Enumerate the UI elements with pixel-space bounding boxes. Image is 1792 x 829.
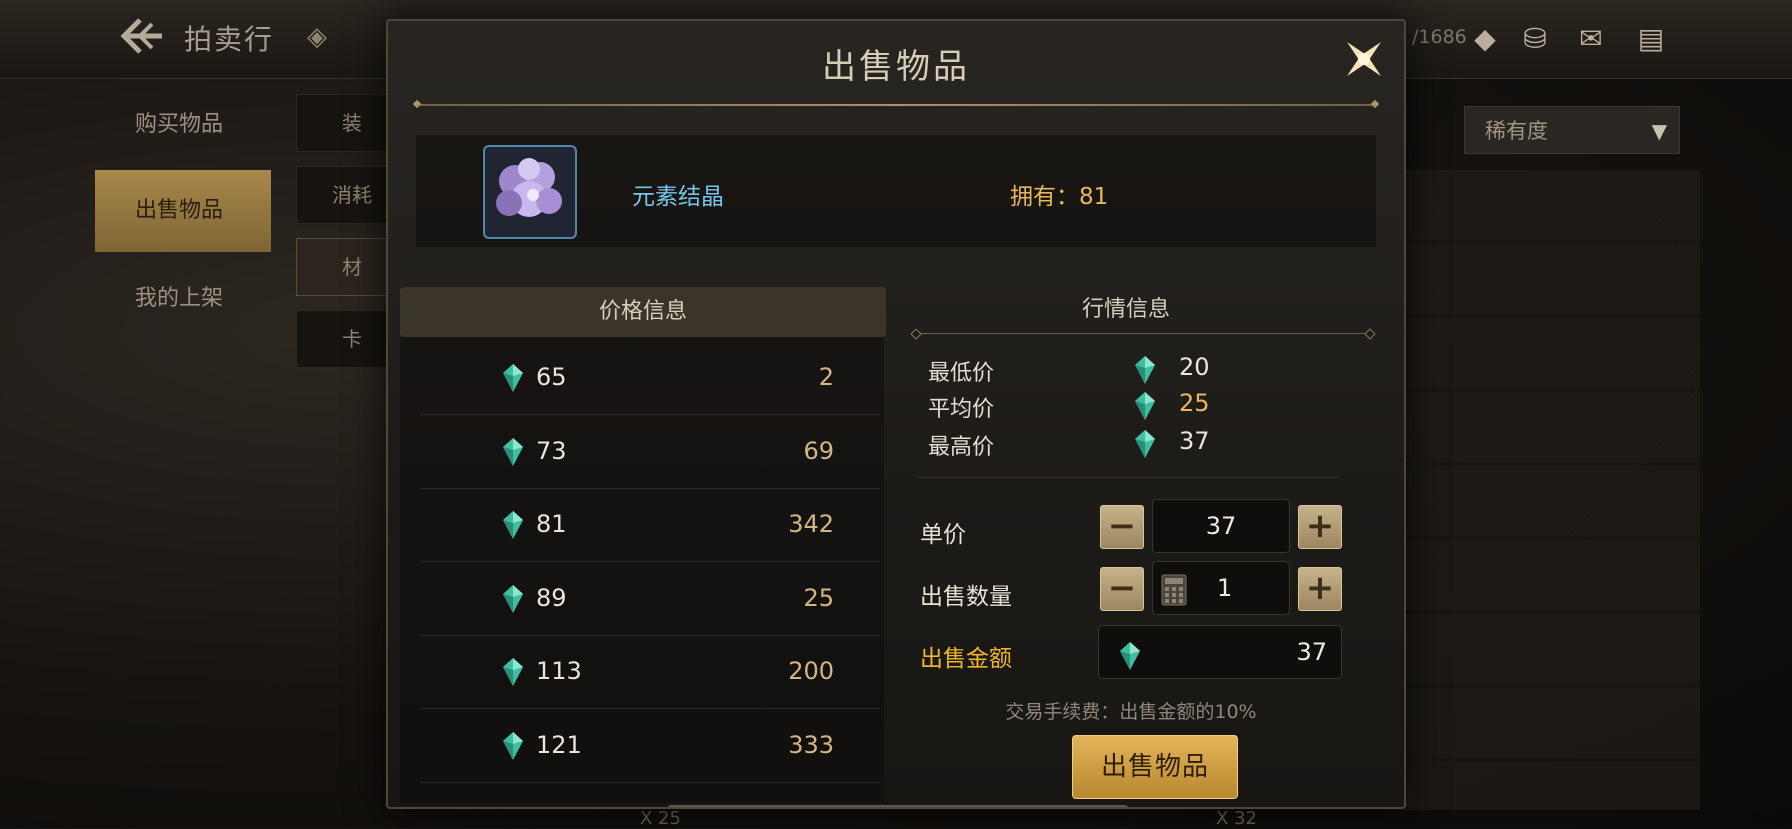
- market-form-divider: [918, 477, 1338, 478]
- price-row[interactable]: 89 25: [420, 562, 880, 636]
- gem-icon: [502, 437, 524, 467]
- price-row[interactable]: 65 2: [420, 341, 880, 415]
- triangle-down-icon: ▼: [1651, 119, 1667, 143]
- max-price-value: 37: [1179, 427, 1210, 455]
- quantity-value: 200: [788, 657, 834, 685]
- gem-icon: [1134, 391, 1156, 421]
- sell-button[interactable]: 出售物品: [1072, 735, 1238, 799]
- price-value: 65: [536, 363, 567, 391]
- help-diamond-icon[interactable]: ◈: [300, 20, 334, 54]
- quantity-value: 2: [818, 363, 834, 391]
- quantity-value: 333: [788, 730, 834, 759]
- side-tab-buy[interactable]: 购买物品: [95, 84, 271, 166]
- quantity-plus-button[interactable]: +: [1298, 567, 1342, 611]
- min-price-label: 最低价: [928, 361, 995, 386]
- total-label: 出售金额: [920, 646, 1012, 672]
- mail-icon[interactable]: ✉: [1572, 22, 1610, 56]
- unit-price-minus-button[interactable]: −: [1100, 505, 1144, 549]
- rarity-select[interactable]: 稀有度 ▼: [1464, 106, 1680, 154]
- gem-icon: [1134, 429, 1156, 459]
- quantity-field[interactable]: 1: [1152, 561, 1290, 615]
- quantity-label: 出售数量: [920, 584, 1012, 610]
- gem-icon: [502, 731, 524, 761]
- price-value: 73: [536, 436, 567, 465]
- currency-amount: /1686: [1412, 26, 1467, 48]
- gem-icon: [502, 510, 524, 540]
- unit-price-plus-button[interactable]: +: [1298, 505, 1342, 549]
- price-row[interactable]: 121 333: [420, 709, 880, 783]
- quantity-value: 342: [788, 510, 834, 538]
- unit-price-label: 单价: [920, 522, 966, 548]
- price-info-header: 价格信息: [400, 287, 886, 337]
- rarity-select-value: 稀有度: [1485, 119, 1548, 143]
- close-icon[interactable]: [1334, 29, 1394, 89]
- gem-icon: [502, 363, 524, 393]
- side-tab-my-listings[interactable]: 我的上架: [95, 258, 271, 340]
- bottom-count: X 25: [640, 808, 681, 829]
- price-value: 121: [536, 730, 582, 759]
- quantity-value: 25: [803, 583, 834, 612]
- gem-icon: [1119, 637, 1141, 670]
- scrollbar[interactable]: [668, 805, 1128, 807]
- background-listing-grid: [1400, 170, 1700, 810]
- back-arrow-icon[interactable]: [118, 16, 168, 58]
- gem-icon: [502, 584, 524, 614]
- min-price-value: 20: [1179, 353, 1210, 381]
- side-tab-sell[interactable]: 出售物品: [95, 170, 271, 252]
- gem-icon: [502, 657, 524, 687]
- bottom-count: X 32: [1216, 808, 1257, 829]
- quantity-value: 69: [803, 436, 834, 465]
- avg-price-value: 25: [1179, 389, 1210, 417]
- title-divider: [416, 104, 1376, 106]
- price-row[interactable]: 73 69: [420, 415, 880, 489]
- sell-item-dialog: 出售物品 元素结晶 拥有：81 价格信息 65 2 73 69 81 342 89 25 113…: [386, 19, 1406, 809]
- diamond-currency-icon: ◆: [1474, 22, 1496, 55]
- cake-icon[interactable]: ⛁: [1516, 22, 1554, 56]
- avg-price-label: 平均价: [928, 397, 995, 422]
- price-row[interactable]: 113 200: [420, 635, 880, 709]
- market-info-title: 行情信息: [1081, 297, 1170, 322]
- market-divider: [916, 333, 1370, 334]
- dialog-title: 出售物品: [822, 47, 970, 87]
- unit-price-input[interactable]: 37: [1152, 499, 1290, 553]
- price-row[interactable]: 81 342: [420, 488, 880, 562]
- quantity-value: 1: [1217, 574, 1233, 602]
- price-value: 81: [536, 510, 567, 538]
- item-name: 元素结晶: [632, 184, 724, 210]
- gem-icon: [1134, 355, 1156, 385]
- total-value: 37: [1296, 638, 1327, 666]
- max-price-label: 最高价: [928, 435, 995, 460]
- total-field: 37: [1098, 625, 1342, 679]
- page-title: 拍卖行: [184, 23, 275, 56]
- fee-notice: 交易手续费：出售金额的10%: [1005, 701, 1257, 723]
- calculator-icon[interactable]: [1161, 572, 1187, 606]
- owned-count: 拥有：81: [1010, 184, 1109, 210]
- chat-icon[interactable]: ▤: [1632, 22, 1670, 56]
- price-value: 89: [536, 583, 567, 612]
- price-value: 113: [536, 657, 582, 685]
- element-crystal-icon[interactable]: [483, 145, 577, 239]
- quantity-minus-button[interactable]: −: [1100, 567, 1144, 611]
